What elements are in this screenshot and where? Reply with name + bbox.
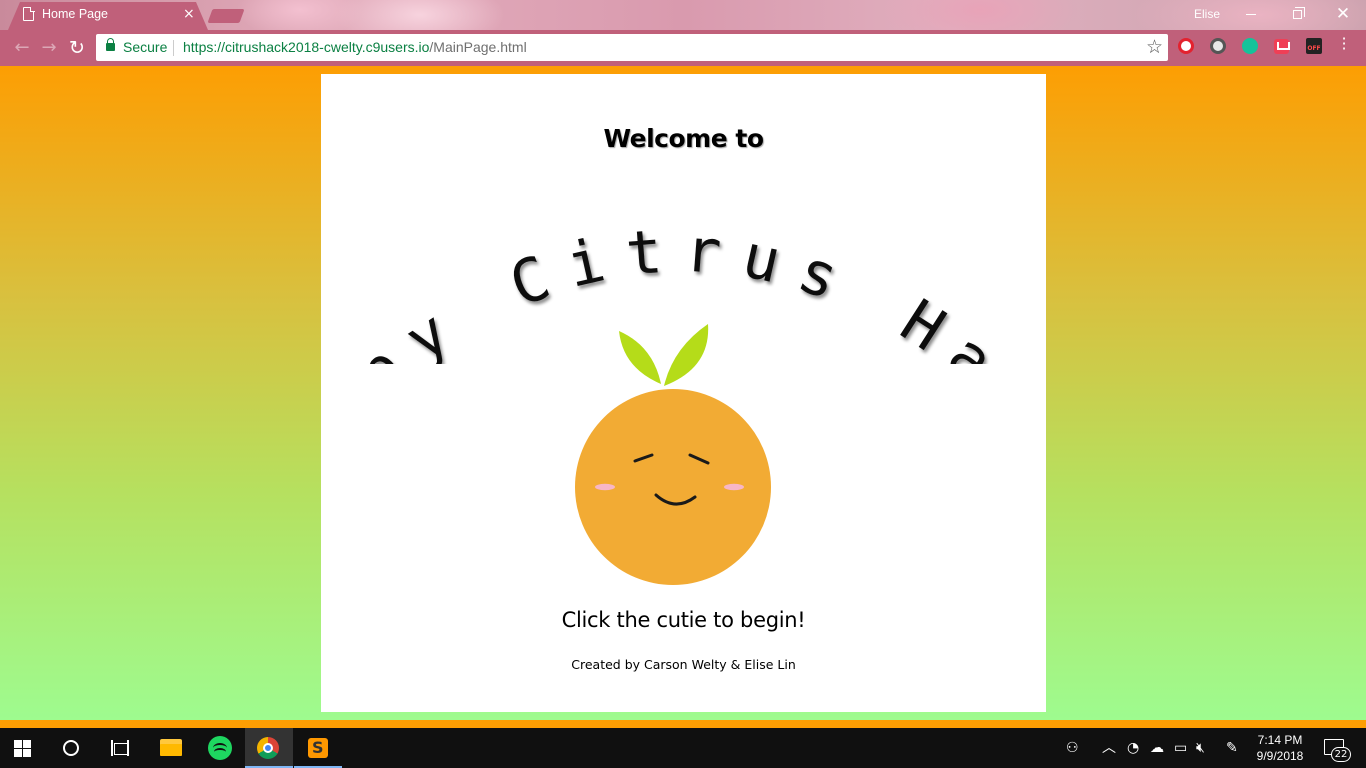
page-viewport: Welcome to iSpy Citrus Hack Click the cu… bbox=[0, 66, 1366, 720]
forward-button[interactable]: → bbox=[38, 38, 60, 60]
instructions-text: Click the cutie to begin! bbox=[561, 608, 806, 632]
restore-button[interactable] bbox=[1282, 4, 1312, 24]
taskbar: ⚇ ︿ ◔ ☁ ▭ 🔇︎ ✎ 7:14 PM 9/9/2018 22 bbox=[0, 728, 1366, 768]
notification-count-badge: 22 bbox=[1331, 747, 1351, 762]
sublime-text-icon bbox=[308, 738, 328, 758]
secure-label[interactable]: Secure bbox=[123, 39, 167, 55]
start-icon[interactable] bbox=[14, 740, 32, 758]
tab-strip: Home Page × Elise ✕ bbox=[0, 0, 1366, 30]
chevron-up-icon[interactable]: ︿ bbox=[1102, 740, 1116, 756]
grammarly-icon[interactable] bbox=[1242, 38, 1258, 54]
chrome-icon bbox=[257, 737, 279, 759]
page-bottom-strip bbox=[0, 720, 1366, 728]
profile-button[interactable]: Elise bbox=[1194, 7, 1220, 21]
right-leaf-icon bbox=[664, 324, 709, 386]
file-explorer-icon bbox=[160, 739, 182, 756]
welcome-heading: Welcome to bbox=[603, 124, 764, 153]
content-card: Welcome to iSpy Citrus Hack Click the cu… bbox=[321, 74, 1046, 712]
wifi-icon[interactable]: ◔ bbox=[1127, 740, 1139, 756]
browser-toolbar: ← → ↻ Secure https://citrushack2018-cwel… bbox=[0, 30, 1366, 66]
page-icon bbox=[23, 6, 35, 21]
clock[interactable]: 7:14 PM 9/9/2018 bbox=[1248, 732, 1312, 764]
window-close-button[interactable]: ✕ bbox=[1328, 4, 1358, 24]
tab-close-icon[interactable]: × bbox=[183, 6, 195, 22]
minimize-icon bbox=[1246, 13, 1256, 15]
left-leaf-icon bbox=[619, 331, 661, 384]
url-host: https://citrushack2018-cwelty.c9users.io bbox=[183, 39, 430, 55]
pen-icon[interactable]: ✎ bbox=[1226, 740, 1238, 756]
back-button[interactable]: ← bbox=[11, 38, 33, 60]
url-text[interactable]: https://citrushack2018-cwelty.c9users.io… bbox=[183, 39, 527, 55]
clock-date: 9/9/2018 bbox=[1256, 749, 1304, 763]
reload-button[interactable]: ↻ bbox=[66, 38, 88, 60]
right-blush bbox=[724, 483, 744, 491]
omnibox-divider bbox=[173, 40, 174, 56]
people-icon[interactable]: ⚇ bbox=[1066, 740, 1079, 756]
onedrive-icon[interactable]: ☁ bbox=[1150, 740, 1164, 756]
tab-title: Home Page bbox=[42, 7, 109, 21]
sync-icon[interactable] bbox=[1210, 38, 1226, 54]
left-blush bbox=[595, 483, 615, 491]
minimize-button[interactable] bbox=[1236, 4, 1266, 24]
cortana-icon[interactable] bbox=[63, 740, 79, 756]
sublime-text-button[interactable] bbox=[294, 728, 342, 768]
pocket-icon[interactable] bbox=[1274, 39, 1290, 54]
address-bar[interactable]: Secure https://citrushack2018-cwelty.c9u… bbox=[96, 34, 1168, 61]
mute-icon[interactable]: 🔇︎ bbox=[1196, 740, 1205, 756]
new-tab-button[interactable] bbox=[207, 9, 245, 23]
credits-text: Created by Carson Welty & Elise Lin bbox=[571, 657, 796, 672]
clock-time: 7:14 PM bbox=[1257, 733, 1303, 747]
file-explorer-button[interactable] bbox=[146, 728, 194, 768]
spotify-button[interactable] bbox=[195, 728, 243, 768]
chrome-button[interactable] bbox=[245, 728, 293, 768]
chrome-menu-icon[interactable]: · · · bbox=[1338, 31, 1350, 57]
lock-icon[interactable] bbox=[106, 38, 115, 51]
battery-icon[interactable]: ▭ bbox=[1174, 740, 1187, 756]
task-view-icon[interactable] bbox=[111, 740, 129, 756]
restore-icon bbox=[1292, 6, 1305, 19]
bookmark-star-icon[interactable]: ☆ bbox=[1146, 36, 1163, 59]
spotify-icon bbox=[208, 736, 232, 760]
off-icon[interactable]: OFF bbox=[1306, 38, 1322, 54]
url-path: /MainPage.html bbox=[429, 39, 527, 55]
opera-icon[interactable] bbox=[1178, 38, 1194, 54]
cutie-orange-button[interactable] bbox=[561, 306, 806, 586]
